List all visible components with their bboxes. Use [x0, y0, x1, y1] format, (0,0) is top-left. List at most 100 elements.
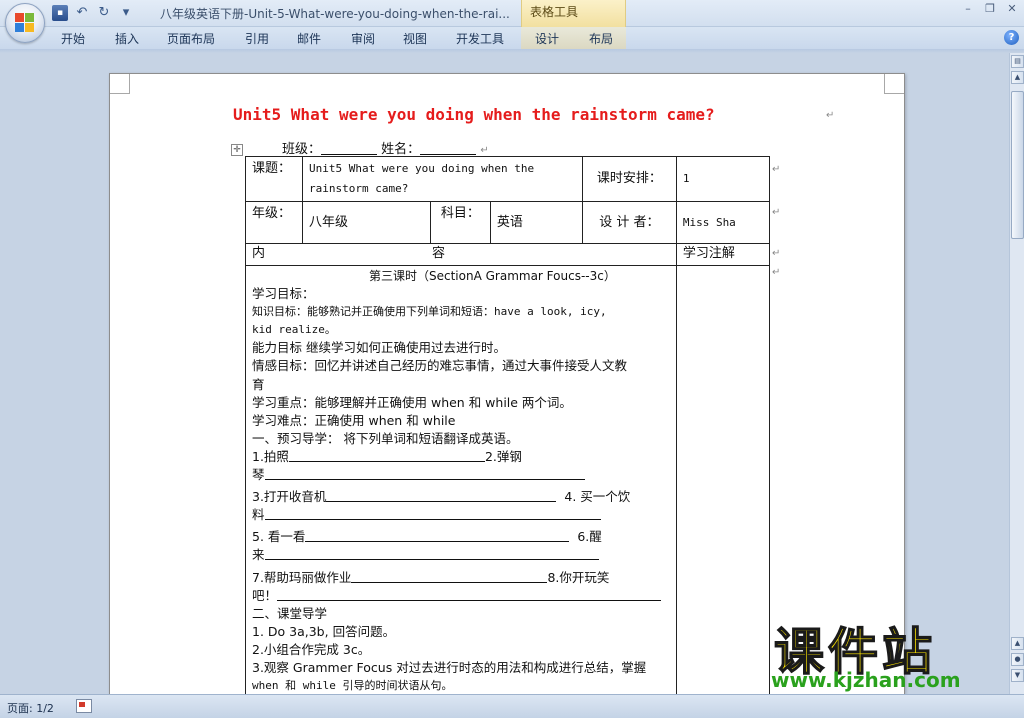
ruler-toggle-icon[interactable]: ▤ [1011, 55, 1024, 68]
item-7: 7.帮助玛丽做作业 [252, 569, 352, 585]
tab-mailings[interactable]: 邮件 [297, 30, 321, 47]
content-line: 1. Do 3a,3b, 回答问题。 [252, 623, 396, 639]
ribbon-tab-bar: 开始 插入 页面布局 引用 邮件 审阅 视图 开发工具 设计 布局 ? [0, 27, 1024, 49]
content-line: 2.小组合作完成 3c。 [252, 641, 371, 657]
exercise-line: 5. 看一看 6.醒 [252, 528, 670, 546]
table-row: 内容 学习注解 [245, 243, 771, 266]
subject-value-cell[interactable]: 英语 [489, 201, 583, 244]
name-label: 姓名： [381, 142, 421, 157]
exercise-line: 吧！ [252, 587, 670, 605]
grade-label: 年级： [252, 206, 292, 221]
undo-icon[interactable]: ↶ [74, 5, 90, 21]
page-count[interactable]: 页面: 1/2 [7, 700, 54, 716]
table-move-handle-icon[interactable]: ✛ [231, 144, 243, 156]
subject-value: 英语 [496, 214, 523, 230]
answer-blank [351, 570, 548, 583]
answer-blank [288, 449, 485, 462]
tab-references[interactable]: 引用 [245, 30, 269, 47]
browse-object-icon[interactable]: ● [1011, 653, 1024, 666]
previous-page-icon[interactable]: ▲ [1011, 637, 1024, 650]
content-line: 学习目标： [252, 286, 315, 302]
answer-blank [277, 588, 662, 601]
answer-blank [264, 467, 585, 481]
vertical-scrollbar[interactable]: ▤ ▲ ▲ ● ▼ [1009, 53, 1024, 694]
content-cell[interactable]: 第三课时（SectionA Grammar Foucs--3c） 学习目标： 知… [245, 265, 677, 695]
item-5: 5. 看一看 [252, 529, 306, 545]
class-blank [321, 143, 378, 155]
item-6-cont: 来 [252, 547, 265, 563]
exercise-line: 7.帮助玛丽做作业 8.你开玩笑 [252, 569, 670, 587]
tab-page-layout[interactable]: 页面布局 [167, 30, 215, 47]
notes-header-cell[interactable]: 学习注解 [675, 243, 771, 266]
item-2-cont: 琴 [252, 467, 265, 483]
content-header-cell[interactable]: 内容 [245, 243, 677, 266]
lesson-title: 第三课时（SectionA Grammar Foucs--3c） [369, 269, 616, 283]
save-icon[interactable]: ▪ [52, 5, 68, 21]
designer-label: 设 计 者： [599, 214, 660, 230]
window-controls: – ❐ ✕ [962, 2, 1018, 15]
scroll-up-icon[interactable]: ▲ [1011, 71, 1024, 84]
status-bar: 页面: 1/2 [0, 694, 1024, 718]
designer-label-cell[interactable]: 设 计 者： [581, 201, 677, 244]
paragraph-mark: ↵ [826, 110, 835, 121]
row-end-mark: ↵ [772, 164, 781, 175]
item-2: 2.弹钢 [484, 448, 522, 464]
help-icon[interactable]: ? [1004, 30, 1019, 45]
paragraph-mark: ↵ [480, 145, 489, 156]
designer-value-cell[interactable]: Miss Sha [675, 201, 771, 244]
office-button[interactable] [5, 3, 45, 43]
item-6: 6.醒 [577, 529, 602, 545]
grade-label-cell[interactable]: 年级： [245, 201, 303, 244]
document-workspace: Unit5 What were you doing when the rains… [0, 53, 1009, 695]
redo-icon[interactable]: ↻ [96, 5, 112, 21]
grade-value: 八年级 [308, 214, 348, 230]
scroll-thumb[interactable] [1011, 91, 1024, 239]
schedule-label-cell[interactable]: 课时安排： [581, 156, 677, 202]
tab-view[interactable]: 视图 [403, 30, 427, 47]
answer-blank [264, 547, 599, 561]
subject-label: 科目： [440, 206, 480, 221]
class-name-line: 班级： 姓名： ↵ [282, 138, 489, 157]
schedule-value: 1 [682, 172, 690, 185]
item-4-cont: 料 [252, 507, 265, 523]
tab-insert[interactable]: 插入 [115, 30, 139, 47]
lesson-table: 课题： Unit5 What were you doing when the r… [245, 156, 771, 695]
exercise-line: 3.打开收音机 4. 买一个饮 [252, 488, 670, 506]
watermark: 课件站 www.kjzhan.com [770, 612, 1006, 692]
item-8: 8.你开玩笑 [547, 569, 610, 585]
answer-blank [264, 507, 601, 521]
grade-value-cell[interactable]: 八年级 [301, 201, 431, 244]
minimize-button[interactable]: – [962, 2, 974, 15]
subject-label-cell[interactable]: 科目： [429, 201, 491, 244]
content-line: 3.观察 Grammer Focus 对过去进行时态的用法和构成进行总结，掌握 [252, 659, 647, 675]
topic-label-cell[interactable]: 课题： [245, 156, 303, 202]
class-label: 班级： [282, 142, 322, 157]
restore-button[interactable]: ❐ [984, 2, 996, 15]
schedule-label: 课时安排： [596, 171, 662, 186]
crop-mark [884, 74, 904, 94]
content-line: 学习重点：能够理解并正确使用 when 和 while 两个词。 [252, 394, 572, 410]
tab-developer[interactable]: 开发工具 [456, 30, 504, 47]
topic-value: Unit5 What were you doing when the rains… [308, 162, 535, 195]
tab-home[interactable]: 开始 [61, 30, 85, 47]
close-button[interactable]: ✕ [1006, 2, 1018, 15]
tab-review[interactable]: 审阅 [351, 30, 375, 47]
topic-value-cell[interactable]: Unit5 What were you doing when the rains… [301, 156, 583, 202]
next-page-icon[interactable]: ▼ [1011, 669, 1024, 682]
document-page[interactable]: Unit5 What were you doing when the rains… [109, 73, 905, 695]
schedule-value-cell[interactable]: 1 [675, 156, 771, 202]
language-icon[interactable] [76, 699, 92, 713]
content-line: kid realize。 [252, 323, 336, 337]
item-1: 1.拍照 [252, 448, 289, 464]
content-line: 学习难点：正确使用 when 和 while [252, 412, 456, 428]
tab-design[interactable]: 设计 [535, 30, 559, 47]
designer-value: Miss Sha [682, 215, 736, 229]
notes-cell[interactable] [675, 265, 771, 695]
item-3: 3.打开收音机 [252, 489, 327, 505]
content-label-left: 内 [252, 246, 266, 261]
customize-qat-icon[interactable]: ▾ [118, 5, 134, 21]
answer-blank [326, 489, 557, 503]
lesson-content: 第三课时（SectionA Grammar Foucs--3c） 学习目标： 知… [252, 266, 670, 694]
tab-layout[interactable]: 布局 [589, 30, 613, 47]
topic-label: 课题： [252, 161, 292, 176]
